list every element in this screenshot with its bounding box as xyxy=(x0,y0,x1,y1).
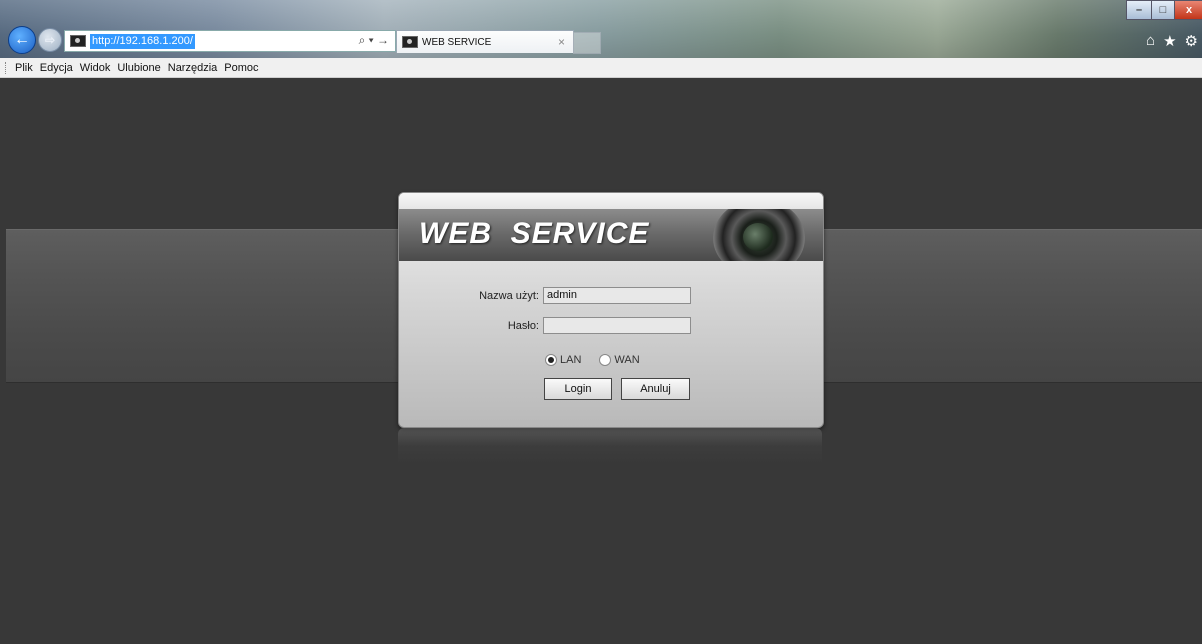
menu-item-ulubione[interactable]: Ulubione xyxy=(117,62,160,74)
menu-item-plik[interactable]: Plik xyxy=(15,62,33,74)
password-label: Hasło: xyxy=(507,319,539,332)
camera-favicon-icon xyxy=(402,36,418,48)
url-text: http://192.168.1.200/ xyxy=(90,33,195,49)
menu-bar: Plik Edycja Widok Ulubione Narzędzia Pom… xyxy=(0,58,1202,78)
close-window-button[interactable]: x xyxy=(1174,0,1202,20)
login-dialog: WEB SERVICE Nazwa użyt: admin Hasło: LAN… xyxy=(398,192,824,428)
menu-item-narzedzia[interactable]: Narzędzia xyxy=(168,62,218,74)
radio-wan[interactable] xyxy=(599,354,612,366)
arrow-right-icon: ⇨ xyxy=(44,33,56,47)
password-input[interactable] xyxy=(543,317,691,334)
radio-wan-label: WAN xyxy=(614,354,640,366)
login-button[interactable]: Login xyxy=(544,378,612,400)
back-button[interactable]: ← xyxy=(8,26,36,54)
tab-title: WEB SERVICE xyxy=(422,36,492,48)
menu-item-edycja[interactable]: Edycja xyxy=(40,62,73,74)
maximize-button[interactable]: □ xyxy=(1151,0,1175,20)
menu-grip xyxy=(5,61,8,74)
username-input[interactable]: admin xyxy=(543,287,691,304)
dialog-banner: WEB SERVICE xyxy=(399,209,823,261)
arrow-left-icon: ← xyxy=(14,31,30,48)
search-refresh-icon[interactable]: ⌕ ▾ → xyxy=(359,33,389,48)
cancel-button[interactable]: Anuluj xyxy=(621,378,690,400)
camera-lens-icon xyxy=(713,209,805,261)
password-row: Hasło: xyxy=(459,317,691,334)
radio-lan-label: LAN xyxy=(560,354,582,366)
dialog-top-strip xyxy=(399,193,823,209)
star-icon[interactable]: ★ xyxy=(1163,32,1176,50)
dialog-reflection xyxy=(398,428,822,464)
gear-icon[interactable]: ⚙ xyxy=(1185,32,1198,50)
menu-item-pomoc[interactable]: Pomoc xyxy=(224,62,258,74)
tab-web-service[interactable]: WEB SERVICE × xyxy=(396,30,574,53)
menu-item-widok[interactable]: Widok xyxy=(80,62,111,74)
minimize-button[interactable]: – xyxy=(1126,0,1152,20)
forward-button[interactable]: ⇨ xyxy=(38,28,62,52)
page-content: WEB SERVICE Nazwa użyt: admin Hasło: LAN… xyxy=(6,78,1202,644)
radio-lan[interactable] xyxy=(545,354,557,366)
network-radio-group: LAN WAN xyxy=(545,354,640,366)
username-label: Nazwa użyt: xyxy=(479,289,539,302)
banner-title: WEB SERVICE xyxy=(419,217,650,250)
new-tab-button[interactable] xyxy=(573,32,601,54)
username-row: Nazwa użyt: admin xyxy=(459,287,691,304)
home-icon[interactable]: ⌂ xyxy=(1146,32,1155,50)
close-tab-icon[interactable]: × xyxy=(558,35,565,49)
browser-tool-icons: ⌂ ★ ⚙ xyxy=(1146,32,1198,50)
address-bar[interactable]: http://192.168.1.200/ ⌕ ▾ → xyxy=(64,30,396,52)
camera-favicon-icon xyxy=(70,35,86,47)
